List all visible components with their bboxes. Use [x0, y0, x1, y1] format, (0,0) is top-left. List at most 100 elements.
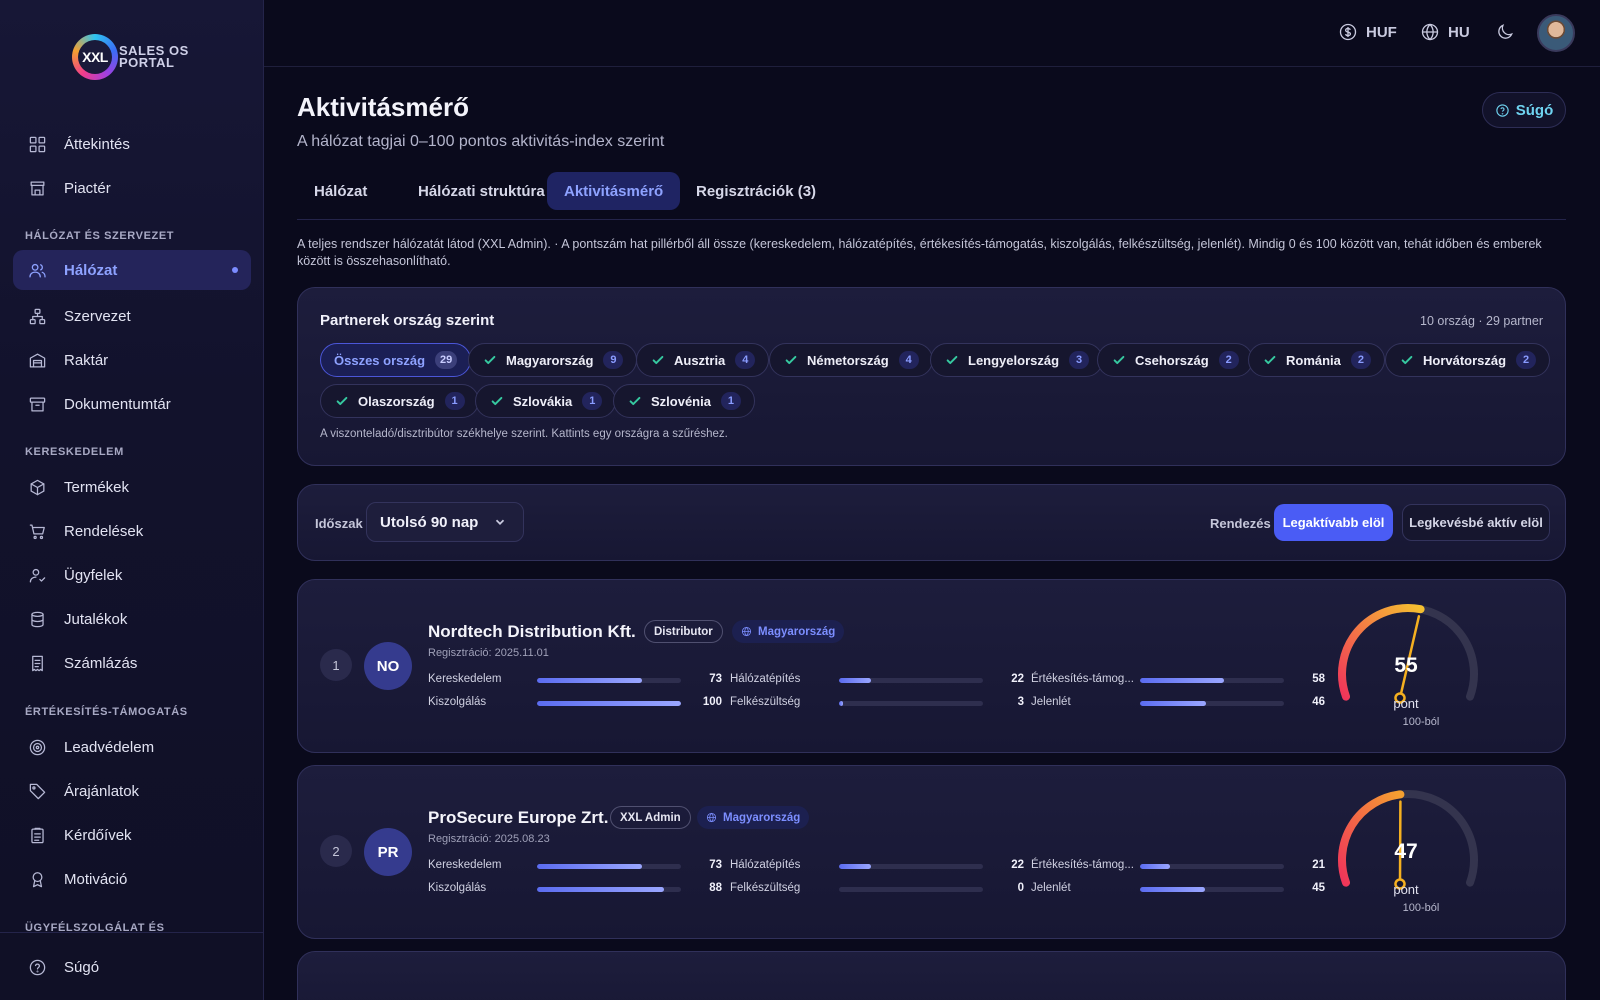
sidebar-item-products[interactable]: Termékek: [13, 467, 251, 507]
sidebar-item-label: Jutalékok: [64, 610, 128, 628]
metric-bar-fill: [537, 701, 681, 706]
metric-label: Hálózatépítés: [730, 673, 801, 685]
sidebar-item-motivation[interactable]: Motiváció: [13, 859, 251, 899]
metric-bar: [839, 887, 983, 892]
help-circle-icon: [1496, 103, 1509, 117]
country-chip-all[interactable]: Összes ország 29: [320, 343, 472, 377]
sidebar-item-commissions[interactable]: Jutalékok: [13, 599, 251, 639]
users-icon: [27, 260, 47, 280]
logo-text: SALES OS PORTAL: [119, 43, 189, 70]
sidebar-item-surveys[interactable]: Kérdőívek: [13, 815, 251, 855]
sidebar-item-overview[interactable]: Áttekintés: [13, 124, 251, 164]
country-chip-romania[interactable]: Románia 2: [1248, 343, 1385, 377]
globe-icon: [706, 812, 717, 823]
partner-name[interactable]: Nordtech Distribution Kft.: [428, 622, 636, 642]
globe-icon: [1421, 23, 1439, 41]
metric-label: Felkészültség: [730, 696, 801, 708]
country-chip-austria[interactable]: Ausztria 4: [636, 343, 770, 377]
sidebar-item-invoicing[interactable]: Számlázás: [13, 643, 251, 683]
count-badge: 1: [582, 392, 603, 410]
currency-selector[interactable]: HUF: [1338, 22, 1397, 42]
metric-bar: [1140, 678, 1284, 683]
sidebar-item-label: Rendelések: [64, 522, 144, 540]
country-chip-croatia[interactable]: Horvátország 2: [1385, 343, 1551, 377]
country-panel-note: A viszonteladó/disztribútor székhelye sz…: [320, 428, 728, 440]
metric-bar: [537, 887, 681, 892]
check-icon: [784, 353, 798, 367]
sidebar-item-organization[interactable]: Szervezet: [13, 296, 251, 336]
logo-mark: XXL: [72, 34, 118, 80]
partner-card[interactable]: 2 PR ProSecure Europe Zrt. XXL Admin Mag…: [297, 765, 1566, 939]
topbar: [264, 0, 1600, 67]
country-chip-poland[interactable]: Lengyelország 3: [930, 343, 1104, 377]
partner-card[interactable]: 1 NO Nordtech Distribution Kft. Distribu…: [297, 579, 1566, 753]
sort-least-active-button[interactable]: Legkevésbé aktív elöl: [1402, 504, 1550, 541]
metric-label: Jelenlét: [1031, 696, 1071, 708]
count-badge: 2: [1516, 351, 1537, 369]
tab-registrations[interactable]: Regisztrációk (3): [679, 172, 833, 210]
sidebar-item-customers[interactable]: Ügyfelek: [13, 555, 251, 595]
metric-bar: [1140, 887, 1284, 892]
sidebar-item-label: Leadvédelem: [64, 738, 155, 756]
country-chip-slovenia[interactable]: Szlovénia 1: [613, 384, 755, 418]
registration-date: Regisztráció: 2025.08.23: [428, 833, 550, 845]
sidebar-item-label: Szervezet: [64, 307, 131, 325]
sidebar-item-orders[interactable]: Rendelések: [13, 511, 251, 551]
sidebar-item-quotes[interactable]: Árajánlatok: [13, 771, 251, 811]
logo[interactable]: XXL SALES OS PORTAL: [72, 34, 189, 80]
metric-bar-fill: [839, 678, 871, 683]
metric-label: Hálózatépítés: [730, 859, 801, 871]
sort-label: Rendezés: [1210, 516, 1271, 531]
chevron-down-icon: [495, 519, 505, 525]
check-icon: [490, 394, 504, 408]
metric-bar-fill: [537, 864, 643, 869]
score-unit: pont: [1393, 696, 1419, 711]
filter-panel: Időszak Utolsó 90 nap Rendezés Legaktíva…: [297, 484, 1566, 561]
sidebar-item-network[interactable]: Hálózat: [13, 250, 251, 290]
check-icon: [335, 394, 349, 408]
score-out-of: 100-ból: [1402, 902, 1440, 914]
country-chip-czechia[interactable]: Csehország 2: [1097, 343, 1253, 377]
count-badge: 2: [1218, 351, 1239, 369]
tag-icon: [27, 781, 47, 801]
metric-bar-fill: [1140, 678, 1224, 683]
sidebar-item-documents[interactable]: Dokumentumtár: [13, 384, 251, 424]
check-icon: [483, 353, 497, 367]
tab-network-structure[interactable]: Hálózati struktúra: [401, 172, 562, 210]
language-selector[interactable]: HU: [1420, 22, 1470, 42]
country-badge: Magyarország: [697, 806, 810, 829]
active-indicator-dot: [232, 267, 238, 273]
globe-icon: [741, 626, 752, 637]
theme-toggle[interactable]: [1495, 22, 1523, 42]
sidebar-item-marketplace[interactable]: Piactér: [13, 168, 251, 208]
nav-section-network: HÁLÓZAT ÉS SZERVEZET: [25, 230, 175, 242]
metric-label: Felkészültség: [730, 882, 801, 894]
partner-card-partial[interactable]: [297, 951, 1566, 1000]
country-chip-italy[interactable]: Olaszország 1: [320, 384, 479, 418]
org-chart-icon: [27, 306, 47, 326]
award-icon: [27, 869, 47, 889]
currency-icon: [1339, 23, 1357, 41]
user-avatar[interactable]: [1537, 14, 1575, 52]
sidebar-help[interactable]: Súgó: [13, 947, 251, 987]
tab-activity-meter[interactable]: Aktivitásmérő: [547, 172, 681, 210]
country-chip-hungary[interactable]: Magyarország 9: [468, 343, 638, 377]
partner-name[interactable]: ProSecure Europe Zrt.: [428, 808, 608, 828]
period-select[interactable]: Utolsó 90 nap: [366, 502, 524, 542]
country-chip-slovakia[interactable]: Szlovákia 1: [475, 384, 617, 418]
sidebar-item-lead-protection[interactable]: Leadvédelem: [13, 727, 251, 767]
tab-network[interactable]: Hálózat: [297, 172, 384, 210]
count-badge: 4: [735, 351, 756, 369]
store-icon: [27, 178, 47, 198]
clipboard-icon: [27, 825, 47, 845]
sort-most-active-button[interactable]: Legaktívabb elöl: [1274, 504, 1393, 541]
metric-value: 21: [1312, 859, 1325, 871]
period-label: Időszak: [315, 516, 363, 531]
sidebar-item-warehouse[interactable]: Raktár: [13, 340, 251, 380]
country-chip-germany[interactable]: Németország 4: [769, 343, 933, 377]
gauge-track: [1338, 603, 1478, 701]
metric-bar-fill: [1140, 864, 1171, 869]
metric-value: 58: [1312, 673, 1325, 685]
help-button[interactable]: Súgó: [1482, 92, 1566, 128]
country-panel-meta: 10 ország · 29 partner: [1420, 314, 1543, 328]
